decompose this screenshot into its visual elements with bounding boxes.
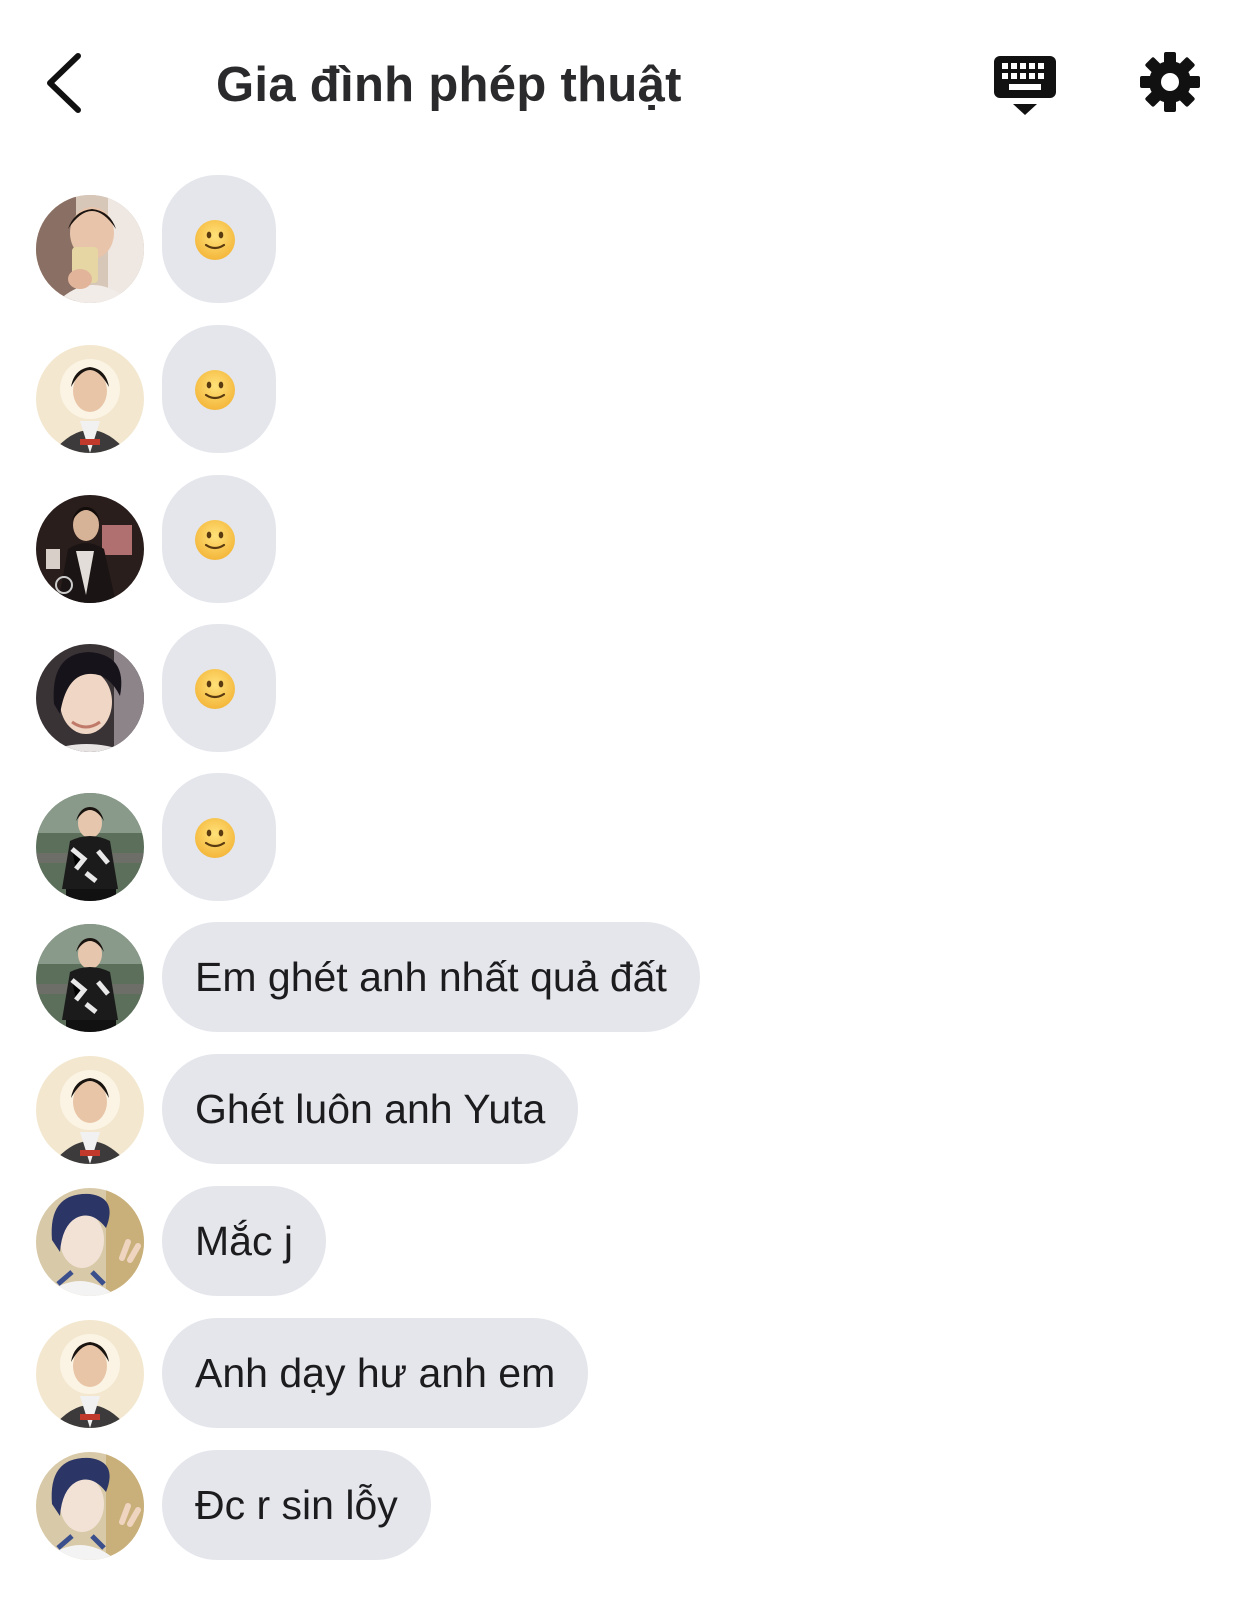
message-bubble[interactable] <box>162 475 276 603</box>
message-row <box>0 475 1242 603</box>
back-button[interactable] <box>38 50 94 116</box>
slightly-smiling-face-icon <box>195 669 235 709</box>
message-bubble[interactable] <box>162 325 276 453</box>
message-row <box>0 325 1242 453</box>
message-bubble[interactable] <box>162 773 276 901</box>
avatar[interactable] <box>36 1452 144 1560</box>
message-bubble[interactable]: Mắc j <box>162 1186 326 1296</box>
avatar[interactable] <box>36 1056 144 1164</box>
message-bubble[interactable]: Đc r sin lỗy <box>162 1450 431 1560</box>
message-bubble[interactable]: Anh dạy hư anh em <box>162 1318 589 1428</box>
avatar[interactable] <box>36 1320 144 1428</box>
message-row: Đc r sin lỗy <box>0 1450 1242 1560</box>
chat-title: Gia đình phép thuật <box>216 58 682 112</box>
keyboard-toggle-button[interactable] <box>992 52 1058 118</box>
message-row <box>0 175 1242 303</box>
chevron-left-icon <box>47 53 81 113</box>
message-bubble[interactable] <box>162 624 276 752</box>
message-row <box>0 624 1242 752</box>
message-row: Anh dạy hư anh em <box>0 1318 1242 1428</box>
message-bubble[interactable] <box>162 175 276 303</box>
slightly-smiling-face-icon <box>195 220 235 260</box>
avatar[interactable] <box>36 1188 144 1296</box>
message-row: Em ghét anh nhất quả đất <box>0 922 1242 1032</box>
settings-button[interactable] <box>1138 50 1202 114</box>
message-row <box>0 773 1242 901</box>
message-row: Ghét luôn anh Yuta <box>0 1054 1242 1164</box>
avatar[interactable] <box>36 195 144 303</box>
message-row: Mắc j <box>0 1186 1242 1296</box>
avatar[interactable] <box>36 345 144 453</box>
gear-icon <box>1140 52 1200 112</box>
slightly-smiling-face-icon <box>195 520 235 560</box>
keyboard-icon <box>994 56 1056 115</box>
avatar[interactable] <box>36 924 144 1032</box>
message-bubble[interactable]: Em ghét anh nhất quả đất <box>162 922 700 1032</box>
avatar[interactable] <box>36 644 144 752</box>
chat-header: Gia đình phép thuật <box>0 0 1242 170</box>
avatar[interactable] <box>36 793 144 901</box>
message-bubble[interactable]: Ghét luôn anh Yuta <box>162 1054 579 1164</box>
slightly-smiling-face-icon <box>195 370 235 410</box>
slightly-smiling-face-icon <box>195 818 235 858</box>
avatar[interactable] <box>36 495 144 603</box>
